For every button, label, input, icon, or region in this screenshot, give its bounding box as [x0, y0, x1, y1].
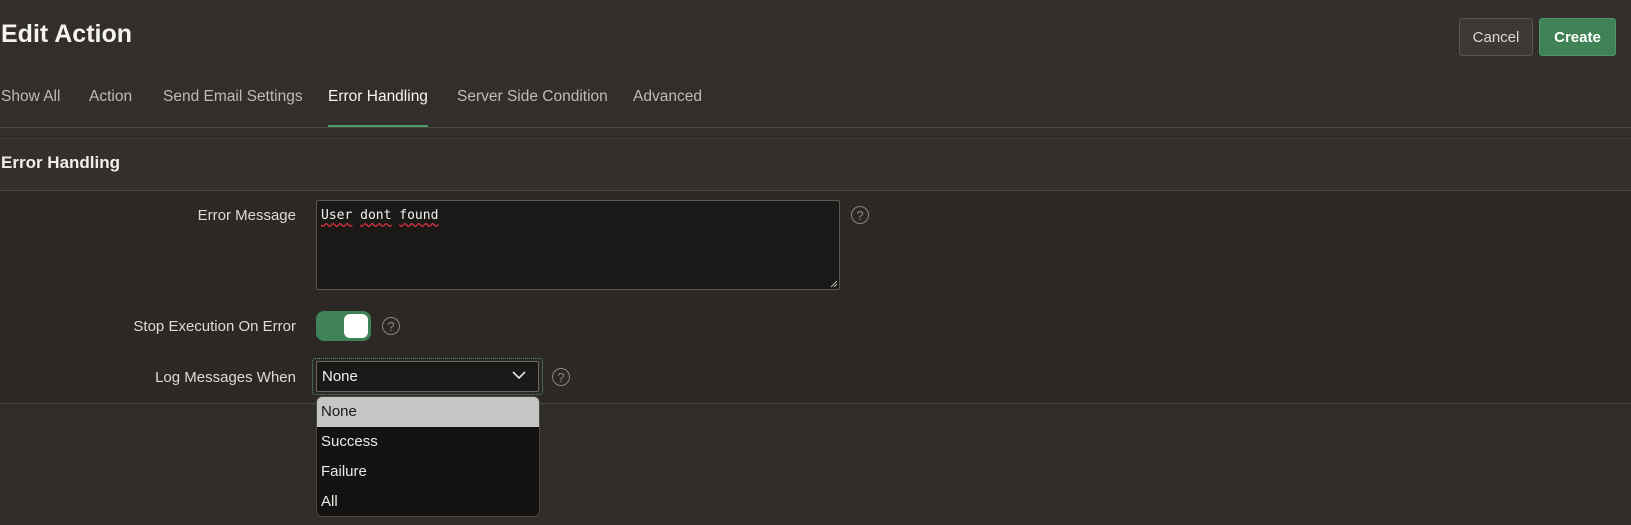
chevron-down-icon: [512, 371, 526, 380]
tab-error-handling[interactable]: Error Handling: [328, 88, 428, 128]
log-messages-select[interactable]: None: [316, 361, 539, 392]
stop-execution-label: Stop Execution On Error: [133, 318, 296, 335]
dropdown-option-success[interactable]: Success: [317, 427, 539, 457]
create-button[interactable]: Create: [1539, 18, 1616, 56]
help-icon[interactable]: ?: [552, 368, 570, 386]
tab-send-email-settings[interactable]: Send Email Settings: [163, 88, 303, 125]
page-title: Edit Action: [1, 20, 133, 48]
error-message-field[interactable]: User dont found: [316, 200, 840, 290]
region-header: Error Handling: [0, 139, 1631, 191]
log-messages-dropdown: None Success Failure All: [316, 396, 540, 517]
tab-server-side-condition[interactable]: Server Side Condition: [457, 88, 608, 125]
error-message-word: dont: [360, 208, 392, 223]
dropdown-option-all[interactable]: All: [317, 487, 539, 516]
select-value: None: [322, 368, 358, 385]
log-messages-label: Log Messages When: [155, 369, 296, 386]
tab-action[interactable]: Action: [89, 88, 132, 125]
dropdown-option-none[interactable]: None: [317, 397, 539, 427]
error-message-word: User: [321, 208, 353, 223]
tab-show-all[interactable]: Show All: [1, 88, 60, 125]
stop-execution-toggle[interactable]: [316, 311, 371, 341]
resize-handle-icon[interactable]: [830, 280, 838, 288]
tab-advanced[interactable]: Advanced: [633, 88, 702, 125]
help-icon[interactable]: ?: [851, 206, 869, 224]
region-title: Error Handling: [1, 153, 121, 172]
toggle-knob: [344, 314, 368, 338]
page-header: Edit Action Cancel Create Show All Actio…: [0, 0, 1631, 136]
tab-divider: [0, 127, 1631, 128]
cancel-button[interactable]: Cancel: [1459, 18, 1533, 56]
dropdown-option-failure[interactable]: Failure: [317, 457, 539, 487]
page-body-background: [0, 404, 1631, 525]
error-message-label: Error Message: [197, 207, 296, 224]
help-icon[interactable]: ?: [382, 317, 400, 335]
error-message-word: found: [399, 208, 439, 223]
